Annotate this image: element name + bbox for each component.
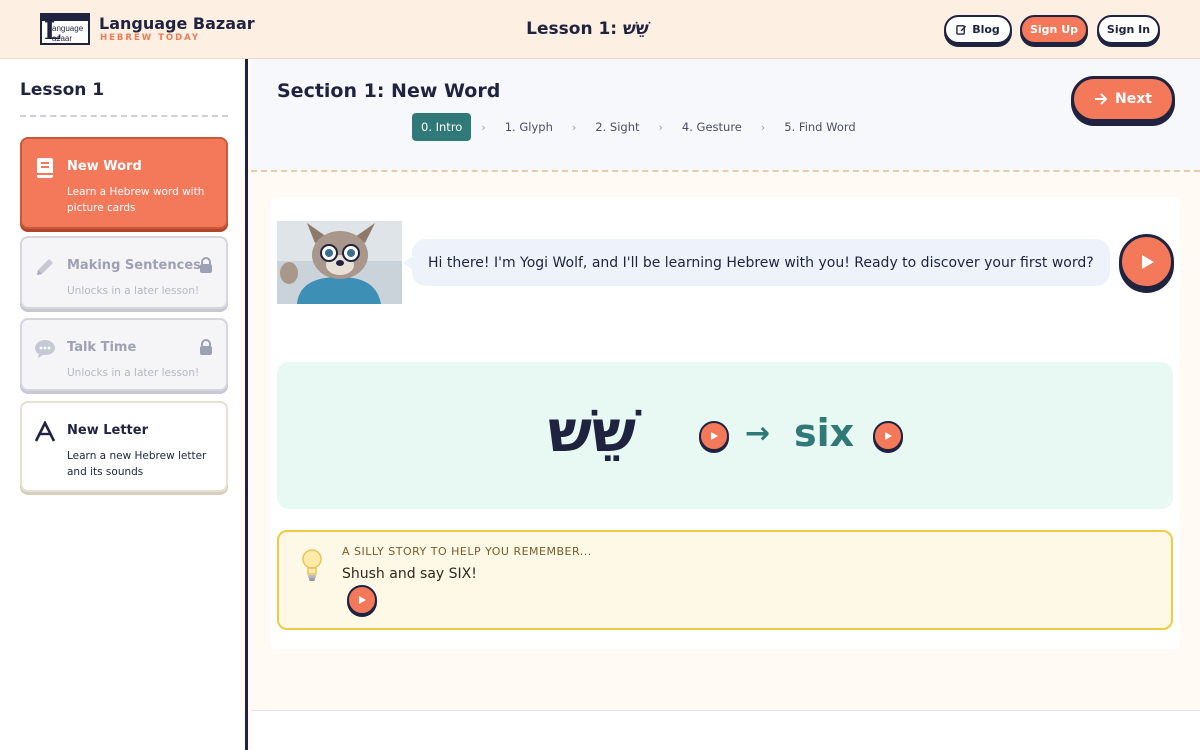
- sidebar-item-desc: Learn a new Hebrew letter and its sounds: [67, 450, 207, 478]
- speech-bubble: Hi there! I'm Yogi Wolf, and I'll be lea…: [412, 239, 1110, 286]
- play-english-word-button[interactable]: [873, 421, 903, 451]
- chevron-right-icon: ›: [658, 120, 663, 134]
- next-button-label: Next: [1115, 91, 1152, 107]
- arrow-right-icon: [1095, 93, 1108, 105]
- play-intro-button[interactable]: [1119, 234, 1174, 289]
- story-label: A SILLY STORY TO HELP YOU REMEMBER...: [342, 545, 592, 558]
- play-icon: [885, 432, 892, 440]
- hebrew-word: שֵׁשׁ: [548, 397, 636, 465]
- top-header: L anguage azaar Language Bazaar HEBREW T…: [0, 0, 1200, 59]
- signup-button-label: Sign Up: [1029, 23, 1079, 36]
- sidebar-item-title: New Letter: [67, 423, 148, 438]
- lightbulb-icon: [302, 549, 322, 581]
- sidebar-divider: [20, 115, 228, 117]
- edit-icon: [956, 25, 967, 35]
- blog-button-label: Blog: [972, 23, 1000, 36]
- play-story-button[interactable]: [347, 585, 377, 615]
- sidebar-item-talk-time[interactable]: Talk Time Unlocks in a later lesson!: [20, 318, 228, 391]
- chevron-right-icon: ›: [481, 120, 486, 134]
- play-icon: [359, 596, 366, 604]
- lesson-sidebar: Lesson 1 New Word Learn a Hebrew word wi…: [0, 59, 248, 750]
- next-button[interactable]: Next: [1071, 76, 1175, 122]
- sidebar-item-new-word[interactable]: New Word Learn a Hebrew word with pictur…: [20, 137, 228, 229]
- tab-glyph[interactable]: 1. Glyph: [496, 113, 562, 141]
- sidebar-item-desc: Unlocks in a later lesson!: [67, 367, 200, 379]
- signin-button-label: Sign In: [1106, 23, 1151, 36]
- footer: [251, 711, 1200, 750]
- pencil-icon: [37, 259, 53, 275]
- book-icon: [37, 158, 53, 178]
- lock-icon: [200, 339, 212, 355]
- sidebar-item-title: New Word: [67, 159, 142, 174]
- sidebar-title: Lesson 1: [20, 80, 105, 100]
- letter-a-icon: [34, 421, 56, 442]
- chevron-right-icon: ›: [760, 120, 766, 134]
- section-title: Section 1: New Word: [277, 80, 501, 102]
- sidebar-item-making-sentences[interactable]: Making Sentences Unlocks in a later less…: [20, 236, 228, 309]
- signup-button[interactable]: Sign Up: [1020, 15, 1088, 44]
- play-hebrew-word-button[interactable]: [699, 421, 729, 451]
- tab-find-word[interactable]: 5. Find Word: [775, 113, 864, 141]
- signin-button[interactable]: Sign In: [1097, 15, 1160, 44]
- chat-icon: [35, 340, 55, 358]
- sidebar-item-title: Talk Time: [67, 340, 137, 355]
- step-tabs: 0. Intro › 1. Glyph › 2. Sight › 4. Gest…: [412, 113, 865, 141]
- intro-message: Hi there! I'm Yogi Wolf, and I'll be lea…: [428, 254, 1094, 271]
- tab-sight[interactable]: 2. Sight: [586, 113, 648, 141]
- sidebar-item-title: Making Sentences: [67, 258, 201, 273]
- blog-button[interactable]: Blog: [944, 15, 1012, 44]
- lock-icon: [200, 257, 212, 273]
- sidebar-item-desc: Learn a Hebrew word with picture cards: [67, 186, 205, 214]
- arrow-right-icon: →: [745, 416, 771, 451]
- play-icon: [711, 432, 718, 440]
- chevron-right-icon: ›: [571, 120, 577, 134]
- story-text: Shush and say SIX!: [342, 566, 477, 582]
- yogi-wolf-avatar: [277, 221, 402, 304]
- section-header: Section 1: New Word 0. Intro › 1. Glyph …: [251, 59, 1200, 172]
- sidebar-item-new-letter[interactable]: New Letter Learn a new Hebrew letter and…: [20, 401, 228, 492]
- english-word: six: [794, 411, 855, 455]
- sidebar-item-desc: Unlocks in a later lesson!: [67, 285, 200, 297]
- tab-gesture[interactable]: 4. Gesture: [673, 113, 751, 141]
- play-icon: [1141, 254, 1154, 269]
- tab-intro[interactable]: 0. Intro: [412, 113, 472, 141]
